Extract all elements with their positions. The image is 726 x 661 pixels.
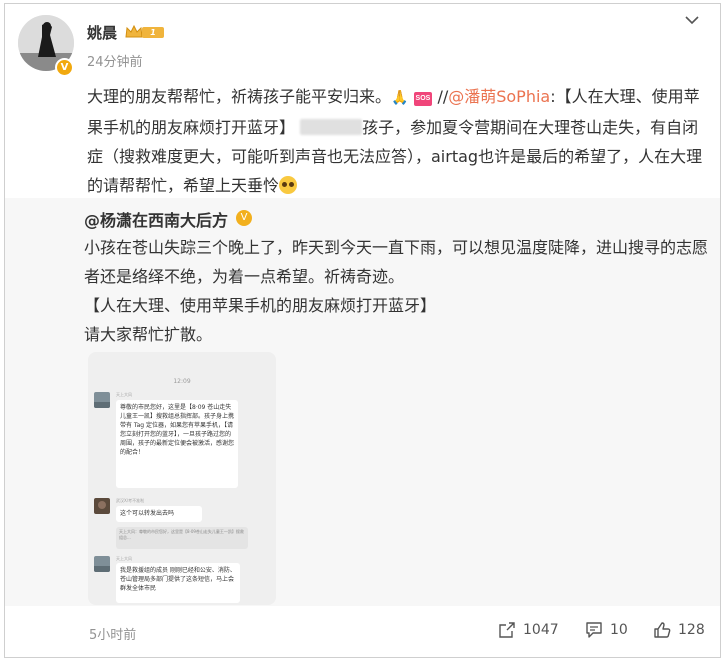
chat-message-bubble: 这个可以转发出去吗 <box>116 506 202 522</box>
share-count: 1047 <box>523 622 559 638</box>
author-name[interactable]: 姚晨 <box>87 22 117 43</box>
post-text-start: 大理的朋友帮帮忙，祈祷孩子能平安归来。 <box>87 87 392 106</box>
comment-icon <box>586 622 602 638</box>
pray-icon: 🙏 <box>391 90 409 106</box>
chat-sender-name: 天上大风 <box>116 556 132 561</box>
share-button[interactable]: 1047 <box>498 621 559 639</box>
repost-paragraph: 【人在大理、使用苹果手机的朋友麻烦打开蓝牙】 <box>84 296 437 315</box>
like-button[interactable]: 128 <box>653 621 705 639</box>
post-body: 大理的朋友帮帮忙，祈祷孩子能平安归来。🙏 SOS //@潘萌SoPhia:【人在… <box>87 82 712 200</box>
post-timestamp[interactable]: 24分钟前 <box>87 51 143 70</box>
chat-avatar-icon <box>94 556 110 572</box>
sos-icon: SOS <box>413 92 433 106</box>
level-badge: 1 <box>142 27 164 38</box>
comment-button[interactable]: 10 <box>585 621 628 639</box>
more-options-button[interactable] <box>683 12 701 28</box>
user-mention-link[interactable]: @潘萌SoPhia <box>448 87 550 106</box>
redacted-name <box>300 119 363 135</box>
like-count: 128 <box>678 622 705 638</box>
repost-timestamp[interactable]: 5小时前 <box>89 624 136 643</box>
post-footer: 5小时前 1047 10 128 <box>5 612 720 652</box>
comment-count: 10 <box>610 622 628 638</box>
repost-body: 小孩在苍山失踪三个晚上了，昨天到今天一直下雨，可以想见温度陡降，进山搜寻的志愿者… <box>84 233 709 349</box>
chevron-down-icon <box>685 15 699 24</box>
attached-screenshot-image[interactable]: 12:09 天上大风 尊敬的市民您好，这里是【8·09 苍山走失儿童王一凯】搜救… <box>88 352 276 605</box>
chat-quote: 天上大风：尊敬的市民您好，这里是【8·09苍山走失儿童王一凯】搜救组总... <box>116 527 248 549</box>
repost-separator: // <box>437 87 449 106</box>
chat-sender-name: 天上大风 <box>116 392 132 397</box>
verified-icon: V <box>236 210 252 226</box>
chat-message-bubble: 我是救援组的成员 刚刚已经和公安、消防、苍山管理局多部门提供了这条短信，马上会群… <box>116 563 240 603</box>
verified-badge-icon: V <box>55 58 74 77</box>
pleading-face-icon <box>279 176 298 194</box>
chat-sender-name: 武汉X/考不准啦 <box>116 498 145 503</box>
repost-paragraph: 小孩在苍山失踪三个晚上了，昨天到今天一直下雨，可以想见温度陡降，进山搜寻的志愿者… <box>84 238 709 286</box>
thumbs-up-icon <box>654 622 671 638</box>
chat-time: 12:09 <box>173 378 191 385</box>
chat-message-bubble: 尊敬的市民您好，这里是【8·09 苍山走失儿童王一凯】搜救组总指挥部。孩子身上携… <box>116 400 238 488</box>
share-icon <box>499 622 515 638</box>
chat-avatar-icon <box>94 498 110 514</box>
crown-icon <box>125 24 143 38</box>
repost-paragraph: 请大家帮忙扩散。 <box>84 325 213 344</box>
repost-author-link[interactable]: @杨潇在西南大后方 <box>84 207 228 231</box>
chat-avatar-icon <box>94 392 110 408</box>
